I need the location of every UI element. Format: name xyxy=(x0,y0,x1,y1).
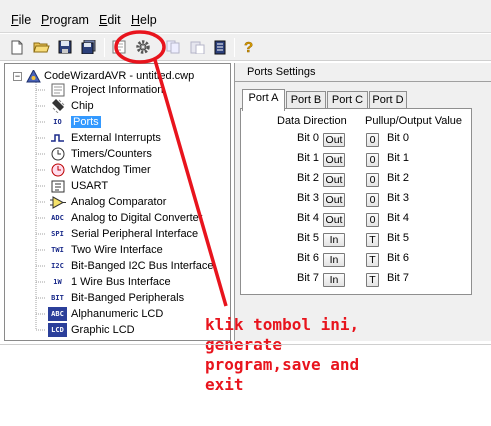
tab-port-a[interactable]: Port A xyxy=(242,89,285,111)
annotation-pointer-line xyxy=(153,59,228,307)
window-bottom-edge xyxy=(0,344,491,345)
annotation-circle xyxy=(114,30,166,64)
annotation-text: klik tombol ini, generate program,save a… xyxy=(205,315,360,394)
